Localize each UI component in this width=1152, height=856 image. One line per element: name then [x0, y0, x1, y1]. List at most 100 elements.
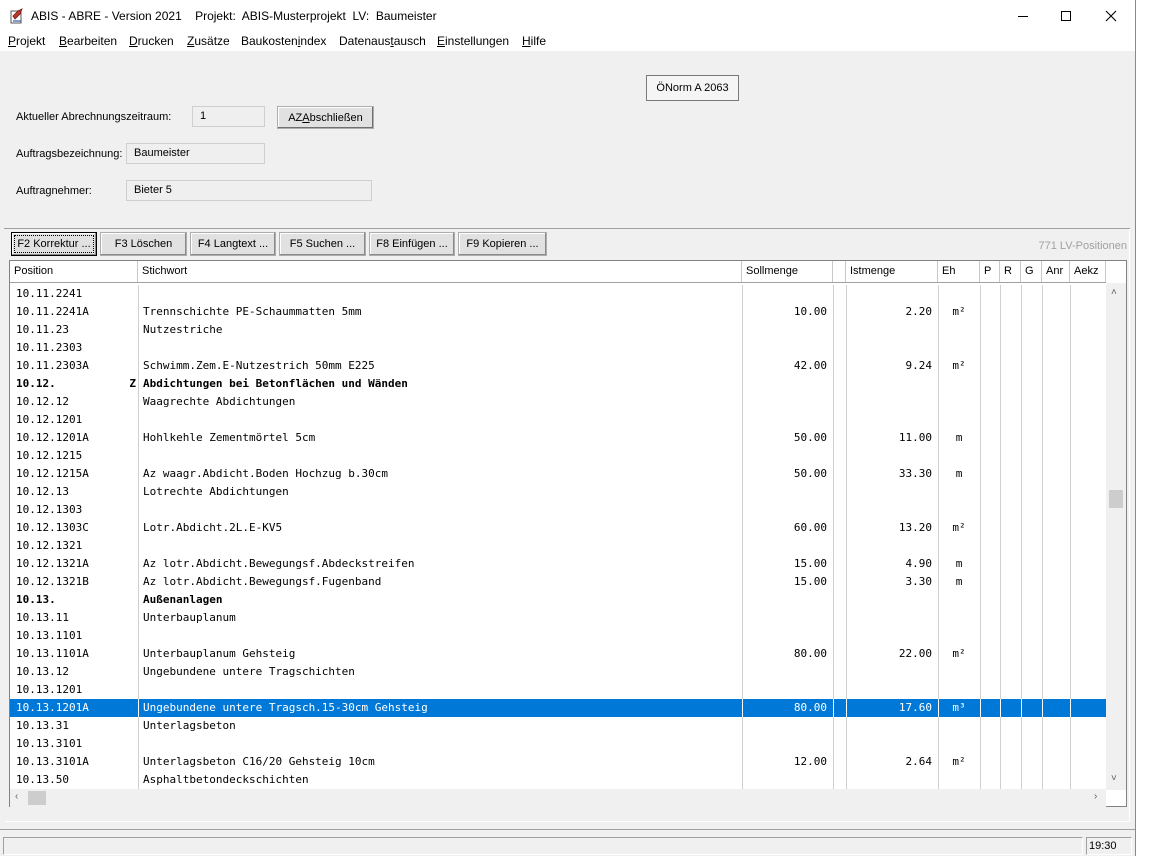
table-row[interactable]: 10.12.13 Lotrechte Abdichtungen	[10, 483, 1106, 501]
cell-flag	[120, 501, 136, 519]
cell-text: Abdichtungen bei Betonflächen und Wänden	[143, 377, 408, 390]
cell-text: Trennschichte PE-Schaummatten 5mm	[143, 305, 362, 318]
table-row[interactable]: 10.12.1215	[10, 447, 1106, 465]
delete-button[interactable]: F3 Löschen	[100, 232, 187, 256]
longtext-button[interactable]: F4 Langtext ...	[190, 232, 276, 256]
menu-datenaustausch[interactable]: Datenaustausch	[339, 34, 426, 48]
cell-ist	[846, 735, 932, 753]
column-header-position[interactable]: Position	[10, 261, 138, 282]
search-button[interactable]: F5 Suchen ...	[279, 232, 366, 256]
cell-eh	[938, 609, 980, 627]
column-header-anr[interactable]: Anr	[1042, 261, 1070, 282]
insert-button[interactable]: F8 Einfügen ...	[369, 232, 455, 256]
table-row[interactable]: 10.11.2303	[10, 339, 1106, 357]
norm-button[interactable]: ÖNorm A 2063	[646, 75, 739, 101]
table-row[interactable]: 10.12.1303	[10, 501, 1106, 519]
vertical-scrollbar[interactable]: ˄ ˅	[1106, 283, 1126, 790]
horizontal-scrollbar[interactable]: ‹ ›	[10, 789, 1106, 807]
table-row[interactable]: 10.12.1201A Hohlkehle Zementmörtel 5cm 50.…	[10, 429, 1106, 447]
column-header-sollmenge[interactable]: Sollmenge	[742, 261, 833, 282]
table-row[interactable]: 10.12.1215A Az waagr.Abdicht.Boden Hochzu…	[10, 465, 1106, 483]
table-row[interactable]: 10.11.2241A Trennschichte PE-Schaummatten…	[10, 303, 1106, 321]
column-separator	[1021, 699, 1022, 717]
menu-hilfe[interactable]: Hilfe	[522, 34, 546, 48]
cell-eh	[938, 771, 980, 789]
table-row[interactable]: 10.13.1101	[10, 627, 1106, 645]
table-row[interactable]: 10.13.3101	[10, 735, 1106, 753]
menu-baukostenindex[interactable]: Baukostenindex	[241, 34, 326, 48]
menu-zusaetze[interactable]: Zusätze	[187, 34, 230, 48]
cell-text: Außenanlagen	[143, 593, 223, 606]
table-row[interactable]: 10.12.1303C Lotr.Abdicht.2L.E-KV5 60.00 13.…	[10, 519, 1106, 537]
menu-drucken[interactable]: Drucken	[129, 34, 174, 48]
status-message-pane	[3, 837, 1083, 855]
maximize-icon	[1061, 10, 1071, 21]
column-header-istmenge[interactable]: Istmenge	[846, 261, 938, 282]
column-header-r[interactable]: R	[1000, 261, 1021, 282]
column-header-stichwort[interactable]: Stichwort	[138, 261, 742, 282]
correction-button[interactable]: F2 Korrektur ...	[11, 232, 97, 256]
window-title: ABIS - ABRE - Version 2021 Projekt: ABIS…	[31, 9, 437, 23]
scroll-up-icon[interactable]: ˄	[1111, 287, 1117, 298]
close-button[interactable]	[1088, 0, 1134, 31]
column-header-g[interactable]: G	[1021, 261, 1042, 282]
table-row[interactable]: 10.11.2241	[10, 285, 1106, 303]
table-row[interactable]: 10.12.1321B Az lotr.Abdicht.Bewegungsf.Fu…	[10, 573, 1106, 591]
cell-flag	[120, 699, 136, 717]
copy-button[interactable]: F9 Kopieren ...	[458, 232, 547, 256]
column-header-p[interactable]: P	[980, 261, 1000, 282]
maximize-button[interactable]	[1043, 0, 1089, 31]
cell-pos: 10.13.1101	[16, 629, 83, 642]
table-row[interactable]: 10.13.50 Asphaltbetondeckschichten	[10, 771, 1106, 789]
contract-field[interactable]: Baumeister	[126, 143, 265, 164]
table-row[interactable]: 10.13.1101A Unterbauplanum Gehsteig 80.00 2…	[10, 645, 1106, 663]
cell-pos: 10.12.1303	[16, 503, 83, 516]
menu-einstellungen[interactable]: Einstellungen	[437, 34, 509, 48]
minimize-button[interactable]	[1000, 0, 1046, 31]
cell-text: Az lotr.Abdicht.Bewegungsf.Abdeckstreife…	[143, 557, 415, 570]
table-header: Position Stichwort Sollmenge Istmenge Eh…	[10, 261, 1106, 283]
minimize-icon	[1018, 15, 1028, 17]
close-period-button[interactable]: AZ Abschließen	[277, 106, 374, 129]
table-row[interactable]: 10.13.1201	[10, 681, 1106, 699]
table-row[interactable]: 10.12.12 Waagrechte Abdichtungen	[10, 393, 1106, 411]
table-row[interactable]: 10.13. Außenanlagen	[10, 591, 1106, 609]
cell-soll	[742, 591, 827, 609]
menu-projekt[interactable]: Projekt	[8, 34, 45, 48]
column-header-aekz[interactable]: Aekz	[1070, 261, 1106, 282]
cell-text	[143, 339, 738, 357]
table-row[interactable]: 10.13.12 Ungebundene untere Tragschichten	[10, 663, 1106, 681]
horizontal-scroll-thumb[interactable]	[28, 791, 46, 805]
contractor-field[interactable]: Bieter 5	[126, 180, 372, 201]
table-row[interactable]: 10.13.3101A Unterlagsbeton C16/20 Gehstei…	[10, 753, 1106, 771]
column-header-eh[interactable]: Eh	[938, 261, 980, 282]
cell-soll: 60.00	[793, 521, 827, 534]
position-count: 771 LV-Positionen	[1038, 240, 1127, 252]
cell-ist	[846, 663, 932, 681]
table-row[interactable]: 10.11.23 Nutzestriche	[10, 321, 1106, 339]
scroll-down-icon[interactable]: ˅	[1111, 773, 1117, 784]
menu-bearbeiten[interactable]: Bearbeiten	[59, 34, 117, 48]
cell-pos: 10.12.1201	[16, 413, 83, 426]
table-row[interactable]: 10.13.31 Unterlagsbeton	[10, 717, 1106, 735]
period-label: Aktueller Abrechnungszeitraum:	[16, 111, 172, 123]
period-field[interactable]: 1	[192, 106, 265, 127]
cell-flag	[120, 627, 136, 645]
vertical-scroll-thumb[interactable]	[1109, 490, 1123, 508]
cell-ist: 22.00	[898, 647, 932, 660]
table-row[interactable]: 10.13.11 Unterbauplanum	[10, 609, 1106, 627]
table-row[interactable]: 10.12.1321	[10, 537, 1106, 555]
table-row-selected[interactable]: 10.13.1201A Ungebundene untere Tragsch.15…	[10, 699, 1106, 717]
app-icon[interactable]	[9, 8, 25, 24]
scroll-right-icon[interactable]: ›	[1094, 791, 1097, 802]
table-row[interactable]: 10.12.1321A Az lotr.Abdicht.Bewegungsf.Ab…	[10, 555, 1106, 573]
cell-ist: 11.00	[898, 431, 932, 444]
cell-flag	[120, 429, 136, 447]
scroll-left-icon[interactable]: ‹	[15, 791, 18, 802]
cell-pos: 10.13.50	[16, 773, 69, 786]
cell-eh	[938, 321, 980, 339]
table-row[interactable]: 10.11.2303A Schwimm.Zem.E-Nutzestrich 50m…	[10, 357, 1106, 375]
table-row[interactable]: 10.12. Z Abdichtungen bei Betonflächen und…	[10, 375, 1106, 393]
cell-ist	[846, 537, 932, 555]
table-row[interactable]: 10.12.1201	[10, 411, 1106, 429]
